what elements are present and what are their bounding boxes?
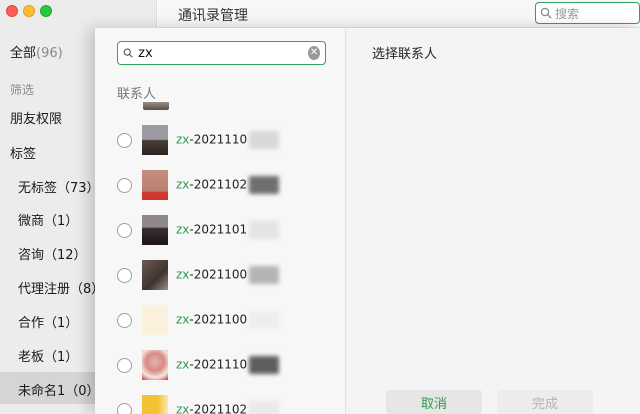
sidebar-tag-item[interactable]: 咨询（12） [18, 244, 87, 263]
page-title: 通讯录管理 [178, 8, 248, 24]
avatar [142, 305, 168, 335]
select-radio[interactable] [117, 267, 132, 283]
sidebar-item-friend-permissions[interactable]: 朋友权限 [10, 108, 62, 127]
contact-name: zx-2021100 [176, 266, 280, 284]
contact-search-input[interactable] [138, 45, 309, 61]
select-radio[interactable] [117, 132, 132, 148]
cancel-button[interactable]: 取消 [386, 390, 482, 414]
contact-search-pane: ✕ 联系人 zx-2021110 zx-2021102 zx-2021101 z… [95, 28, 346, 414]
sidebar-item-tags[interactable]: 标签 [10, 143, 36, 162]
avatar [143, 102, 169, 110]
list-item[interactable]: zx-2021102 [117, 167, 342, 203]
close-window-icon[interactable] [6, 5, 18, 17]
sidebar-tag-item-selected[interactable]: 未命名1（0） [18, 380, 100, 399]
select-radio[interactable] [117, 177, 132, 193]
contact-name: zx-2021102 [176, 401, 280, 414]
avatar [142, 395, 168, 414]
selected-contacts-title: 选择联系人 [372, 47, 438, 62]
select-radio[interactable] [117, 222, 132, 238]
search-icon [123, 48, 133, 58]
contact-name: zx-2021101 [176, 221, 280, 239]
sidebar-tag-item[interactable]: 无标签（73） [18, 177, 100, 196]
list-item[interactable]: zx-2021101 [117, 212, 342, 248]
select-radio[interactable] [117, 312, 132, 328]
zoom-window-icon[interactable] [40, 5, 52, 17]
sidebar-tag-item[interactable]: 老板（1） [18, 346, 78, 365]
sidebar-item-all-label: 全部 [10, 46, 37, 61]
minimize-window-icon[interactable] [23, 5, 35, 17]
select-radio[interactable] [117, 402, 132, 414]
list-item[interactable]: zx-2021100 [117, 302, 342, 338]
sidebar-tag-item[interactable]: 代理注册（8） [18, 278, 104, 297]
avatar [142, 170, 168, 200]
sidebar-filter-heading: 筛选 [10, 83, 35, 97]
avatar [142, 215, 168, 245]
list-item[interactable]: zx-2021110 [117, 347, 342, 383]
list-item[interactable]: zx-2021110 [117, 122, 342, 158]
search-icon [540, 7, 552, 19]
contact-name: zx-2021110 [176, 131, 280, 149]
header-search-input[interactable]: 搜索 [535, 2, 640, 24]
list-item[interactable]: zx-2021100 [117, 257, 342, 293]
contact-search-box[interactable]: ✕ [117, 41, 326, 65]
sidebar-tag-item[interactable]: 合作（1） [18, 312, 78, 331]
header-search-placeholder: 搜索 [555, 6, 580, 21]
window-controls [6, 5, 52, 17]
sidebar-tag-item[interactable]: 微商（1） [18, 210, 78, 229]
list-item[interactable]: zx-2021102 [117, 392, 342, 414]
clear-search-icon[interactable]: ✕ [308, 46, 320, 60]
sidebar-item-all[interactable]: 全部(96) [10, 42, 63, 61]
avatar [142, 260, 168, 290]
contact-name: zx-2021110 [176, 356, 280, 374]
contacts-section-title: 联系人 [117, 87, 157, 102]
done-button[interactable]: 完成 [497, 390, 593, 414]
avatar [142, 125, 168, 155]
select-radio[interactable] [117, 357, 132, 373]
sidebar-item-all-count: (96) [36, 46, 63, 61]
avatar [142, 350, 168, 380]
selected-contacts-pane: 选择联系人 [346, 28, 640, 414]
contact-name: zx-2021102 [176, 176, 280, 194]
contact-name: zx-2021100 [176, 311, 280, 329]
select-contacts-dialog: ✕ 联系人 zx-2021110 zx-2021102 zx-2021101 z… [95, 28, 640, 414]
